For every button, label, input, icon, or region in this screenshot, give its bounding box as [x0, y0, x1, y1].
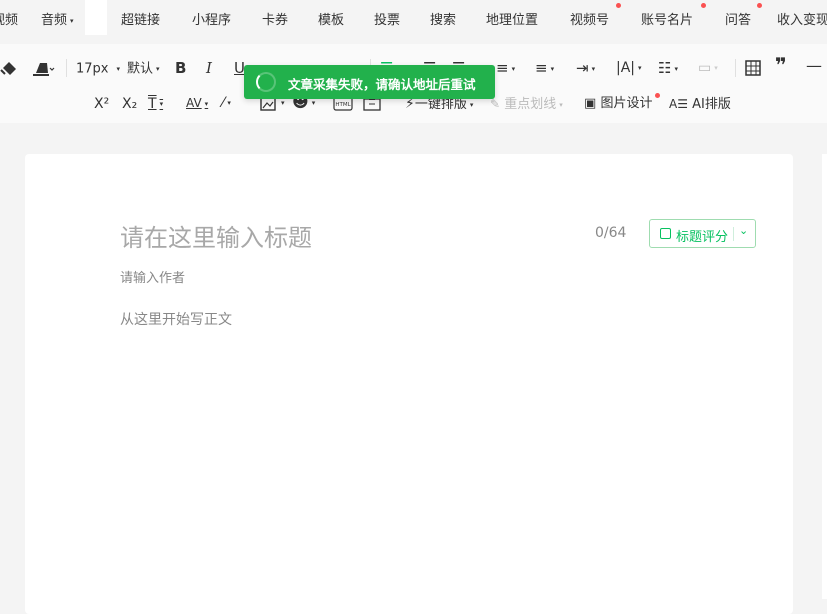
list-icon[interactable]: ☷ ▾ — [658, 60, 678, 77]
menu-item-mini-program[interactable]: 小程序 — [192, 9, 231, 28]
svg-text:HTML: HTML — [335, 102, 351, 108]
chevron-down-icon: ▾ — [469, 100, 474, 109]
new-badge-dot — [757, 3, 762, 8]
font-family-value: 默认 — [127, 61, 154, 77]
menu-item-audio[interactable]: 音频 ▾ — [41, 9, 74, 28]
font-family-select[interactable]: 默认 ▾ — [127, 61, 160, 78]
one-click-layout-label: 一键排版 — [414, 97, 467, 112]
quote-icon[interactable]: ❞ — [775, 55, 787, 75]
table-icon[interactable] — [745, 60, 761, 76]
body-editor[interactable]: 从这里开始写正文 — [120, 309, 232, 329]
marker-icon: ✎ — [490, 97, 501, 111]
menu-item-video[interactable]: 视频 — [0, 9, 18, 28]
chevron-down-icon: ▾ — [159, 100, 164, 108]
bold-button[interactable]: B — [175, 60, 186, 76]
chevron-down-icon: ▾ — [638, 64, 642, 72]
chevron-down-icon: ▾ — [714, 64, 718, 72]
menu-item-channels[interactable]: 视频号 — [570, 9, 609, 28]
menu-item-monetize[interactable]: 收入变现 — [777, 9, 827, 28]
author-input[interactable]: 请输入作者 — [120, 267, 185, 286]
menu-item-qa[interactable]: 问答 — [725, 9, 751, 28]
chevron-down-icon: ▾ — [204, 99, 209, 108]
paragraph-spacing-icon[interactable]: ≡ ▾ — [535, 60, 554, 77]
new-badge-dot — [655, 93, 660, 98]
chevron-down-icon: ▾ — [227, 99, 231, 107]
menu-item-search[interactable]: 搜索 — [430, 9, 456, 28]
toolbar-divider — [735, 59, 736, 77]
font-color-icon[interactable]: AV ▾ — [186, 95, 208, 112]
line-height-icon[interactable]: ≡ ▾ — [496, 60, 515, 77]
highlight-line-label: 重点划线 — [504, 97, 557, 112]
toolbar-divider — [66, 59, 67, 77]
chevron-down-icon: ▾ — [550, 64, 555, 73]
strikethrough-style-icon[interactable]: T ▾ — [148, 96, 163, 112]
chevron-down-icon: ▾ — [156, 65, 160, 73]
menu-item-audio-label: 音频 — [41, 13, 68, 28]
image-insert-icon[interactable] — [260, 97, 276, 111]
chevron-down-icon: ▾ — [311, 98, 316, 107]
chevron-down-icon: ▾ — [591, 64, 596, 73]
title-score-button[interactable]: 标题评分 ⌄ — [649, 219, 756, 248]
menu-item-location[interactable]: 地理位置 — [486, 9, 538, 28]
chevron-down-icon[interactable]: ⌄ — [739, 224, 748, 237]
chevron-down-icon: ▾ — [559, 100, 563, 109]
menu-item-account-card[interactable]: 账号名片 — [641, 9, 693, 28]
picture-icon: ▣ — [584, 96, 597, 111]
side-panel-edge — [822, 154, 827, 599]
menu-item-vote[interactable]: 投票 — [374, 9, 400, 28]
highlight-line-button[interactable]: ✎ 重点划线 ▾ — [490, 96, 563, 113]
subscript-button[interactable]: X₂ — [122, 96, 137, 112]
ai-layout-button[interactable]: A☰ AI排版 — [669, 96, 731, 113]
toast-message: 文章采集失败，请确认地址后重试 — [288, 77, 476, 92]
title-input[interactable]: 请在这里输入标题 — [120, 218, 312, 253]
button-divider — [733, 227, 734, 241]
image-design-button[interactable]: ▣ 图片设计 — [584, 96, 652, 112]
ai-icon: A☰ — [669, 97, 688, 111]
font-size-value: 17px — [76, 61, 109, 77]
insert-menu-bar: 视频 音频▾ 超链接 小程序 卡券 模板 投票 搜索 地理位置 视频号 账号名片… — [0, 0, 827, 35]
border-icon[interactable]: ▭ ▾ — [698, 60, 718, 76]
new-badge-dot — [701, 3, 706, 8]
chevron-down-icon: ▾ — [281, 99, 285, 107]
chevron-down-icon: ▾ — [70, 16, 74, 25]
format-painter-icon[interactable] — [0, 59, 18, 77]
font-size-select[interactable]: 17px ▾ — [76, 61, 120, 78]
title-score-label: 标题评分 — [676, 230, 729, 245]
score-icon — [660, 228, 671, 239]
ai-layout-label: AI排版 — [692, 97, 731, 112]
italic-button[interactable]: I — [206, 60, 212, 76]
error-toast: 文章采集失败，请确认地址后重试 — [244, 65, 495, 99]
menu-item-coupon[interactable]: 卡券 — [262, 9, 288, 28]
new-badge-dot — [616, 3, 621, 8]
menu-item-template[interactable]: 模板 — [318, 9, 344, 28]
letter-spacing-icon[interactable]: |A| ▾ — [616, 60, 642, 76]
magic-wand-icon[interactable]: ⁄ ▾ — [222, 95, 231, 111]
clear-format-icon[interactable] — [33, 59, 55, 77]
menu-gap — [85, 0, 107, 35]
title-char-counter: 0/64 — [595, 225, 627, 241]
chevron-down-icon: ▾ — [511, 64, 516, 73]
loading-spinner-icon — [256, 72, 276, 92]
chevron-down-icon: ▾ — [674, 64, 678, 73]
superscript-button[interactable]: X² — [94, 96, 109, 112]
chevron-down-icon: ▾ — [116, 65, 121, 73]
divider-line-icon[interactable]: — — [806, 58, 822, 74]
editor-card: 请在这里输入标题 0/64 标题评分 ⌄ 请输入作者 从这里开始写正文 — [25, 154, 793, 614]
menu-item-hyperlink[interactable]: 超链接 — [121, 9, 160, 28]
image-design-label: 图片设计 — [600, 96, 653, 111]
indent-icon[interactable]: ⇥ ▾ — [576, 60, 595, 77]
